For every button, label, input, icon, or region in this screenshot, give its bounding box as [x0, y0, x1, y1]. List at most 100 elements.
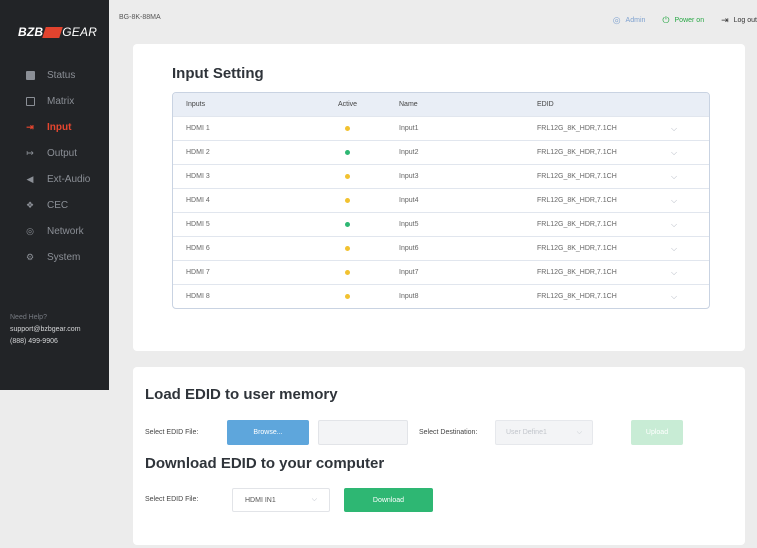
name-cell: Input5: [399, 221, 419, 228]
col-active: Active: [337, 101, 358, 108]
edid-cell: FRL12G_8K_HDR,7.1CH: [537, 293, 617, 300]
input-cell: HDMI 3: [186, 173, 210, 180]
sidebar-item-label: Output: [47, 147, 78, 159]
logout-icon: ⇥: [721, 15, 729, 25]
active-cell: [309, 294, 386, 299]
sidebar-item-label: CEC: [47, 199, 69, 211]
input-cell: HDMI 2: [186, 149, 210, 156]
status-dot-icon: [345, 270, 350, 275]
network-icon: ◎: [26, 225, 34, 236]
active-cell: [309, 198, 386, 203]
chevron-down-icon[interactable]: ⌵: [671, 148, 709, 158]
name-cell: Input8: [399, 293, 419, 300]
sidebar-item-input[interactable]: ⇥ Input: [0, 114, 109, 140]
input-cell: HDMI 7: [186, 269, 210, 276]
power-button[interactable]: ⏻ Power on: [662, 15, 704, 26]
col-inputs: Inputs: [186, 101, 206, 108]
sidebar-item-network[interactable]: ◎ Network: [0, 218, 109, 244]
input-cell: HDMI 5: [186, 221, 210, 228]
table-row: HDMI 2 Input2 FRL12G_8K_HDR,7.1CH ⌵: [173, 140, 709, 164]
brand-text-bzb: BZB: [18, 25, 44, 39]
input-cell: HDMI 8: [186, 293, 210, 300]
input-cell: HDMI 1: [186, 125, 210, 132]
download-select-file-label: Select EDID File:: [145, 496, 199, 503]
cec-icon: ❖: [25, 199, 35, 210]
browse-button[interactable]: Browse...: [227, 420, 309, 445]
input-setting-title: Input Setting: [172, 65, 264, 82]
name-cell: Input2: [399, 149, 419, 156]
chevron-down-icon[interactable]: ⌵: [671, 220, 709, 230]
input-icon: ⇥: [26, 121, 34, 132]
sidebar-item-label: Network: [47, 225, 84, 237]
chevron-down-icon[interactable]: ⌵: [671, 292, 709, 302]
chevron-down-icon[interactable]: ⌵: [671, 124, 709, 134]
chevron-down-icon[interactable]: ⌵: [671, 268, 709, 278]
input-cell: HDMI 4: [186, 197, 210, 204]
name-cell: Input4: [399, 197, 419, 204]
table-header: Inputs Active Name EDID: [173, 93, 709, 116]
status-dot-icon: [345, 150, 350, 155]
admin-label: Admin: [625, 17, 646, 24]
edid-cell: FRL12G_8K_HDR,7.1CH: [537, 149, 617, 156]
chevron-down-icon[interactable]: ⌵: [671, 196, 709, 206]
sidebar-nav: Status Matrix ⇥ Input ↦ Output ◀ Ext-Aud…: [0, 62, 109, 270]
table-row: HDMI 7 Input7 FRL12G_8K_HDR,7.1CH ⌵: [173, 260, 709, 284]
sidebar-item-system[interactable]: ⚙ System: [0, 244, 109, 270]
input-cell: HDMI 6: [186, 245, 210, 252]
name-cell: Input6: [399, 245, 419, 252]
load-edid-title: Load EDID to user memory: [145, 386, 338, 403]
active-cell: [309, 246, 386, 251]
logout-button[interactable]: ⇥ Log out: [721, 15, 757, 26]
table-row: HDMI 6 Input6 FRL12G_8K_HDR,7.1CH ⌵: [173, 236, 709, 260]
output-icon: ↦: [26, 147, 34, 158]
col-name: Name: [399, 101, 418, 108]
sidebar-item-output[interactable]: ↦ Output: [0, 140, 109, 166]
chevron-down-icon: ⌵: [576, 428, 582, 436]
active-cell: [309, 150, 386, 155]
chevron-down-icon[interactable]: ⌵: [671, 172, 709, 182]
edid-cell: FRL12G_8K_HDR,7.1CH: [537, 269, 617, 276]
sidebar-item-cec[interactable]: ❖ CEC: [0, 192, 109, 218]
input-setting-card: Input Setting Inputs Active Name EDID HD…: [133, 44, 745, 351]
edid-cell: FRL12G_8K_HDR,7.1CH: [537, 125, 617, 132]
sidebar-item-label: Matrix: [47, 95, 75, 107]
destination-select[interactable]: User Define1 ⌵: [495, 420, 593, 445]
status-dot-icon: [345, 294, 350, 299]
status-dot-icon: [345, 222, 350, 227]
matrix-icon: [24, 95, 36, 107]
device-model: BG-8K-88MA: [119, 14, 161, 21]
user-circle-icon: ◎: [612, 15, 621, 25]
edid-cell: FRL12G_8K_HDR,7.1CH: [537, 173, 617, 180]
brand-text-gear: GEAR: [62, 25, 98, 39]
download-button[interactable]: Download: [344, 488, 433, 512]
help-email-link[interactable]: support@bzbgear.com: [10, 324, 81, 336]
admin-menu[interactable]: ◎ Admin: [613, 15, 646, 26]
table-row: HDMI 5 Input5 FRL12G_8K_HDR,7.1CH ⌵: [173, 212, 709, 236]
destination-value: User Define1: [506, 429, 547, 436]
active-cell: [309, 174, 386, 179]
status-icon: [24, 69, 36, 81]
status-dot-icon: [345, 246, 350, 251]
sidebar-item-status[interactable]: Status: [0, 62, 109, 88]
table-row: HDMI 3 Input3 FRL12G_8K_HDR,7.1CH ⌵: [173, 164, 709, 188]
help-title: Need Help?: [10, 314, 47, 321]
sidebar-item-matrix[interactable]: Matrix: [0, 88, 109, 114]
speaker-icon: ◀: [26, 173, 34, 184]
status-dot-icon: [345, 174, 350, 179]
status-dot-icon: [345, 126, 350, 131]
chevron-down-icon: ⌵: [311, 496, 317, 503]
download-file-value: HDMI IN1: [245, 496, 276, 504]
edid-cell: FRL12G_8K_HDR,7.1CH: [537, 245, 617, 252]
sidebar-item-label: System: [47, 251, 81, 263]
sidebar-item-ext-audio[interactable]: ◀ Ext-Audio: [0, 166, 109, 192]
sidebar-item-label: Ext-Audio: [47, 173, 91, 185]
upload-button[interactable]: Upload: [631, 420, 683, 445]
logout-label: Log out: [733, 17, 757, 24]
status-dot-icon: [345, 198, 350, 203]
download-file-select[interactable]: HDMI IN1 ⌵: [232, 488, 330, 512]
active-cell: [309, 270, 386, 275]
chevron-down-icon[interactable]: ⌵: [671, 244, 709, 254]
help-phone: (888) 499-9906: [10, 338, 58, 345]
sidebar: BZB GEAR Status Matrix ⇥ Input ↦ Output ◀…: [0, 0, 109, 390]
download-edid-title: Download EDID to your computer: [145, 455, 385, 472]
